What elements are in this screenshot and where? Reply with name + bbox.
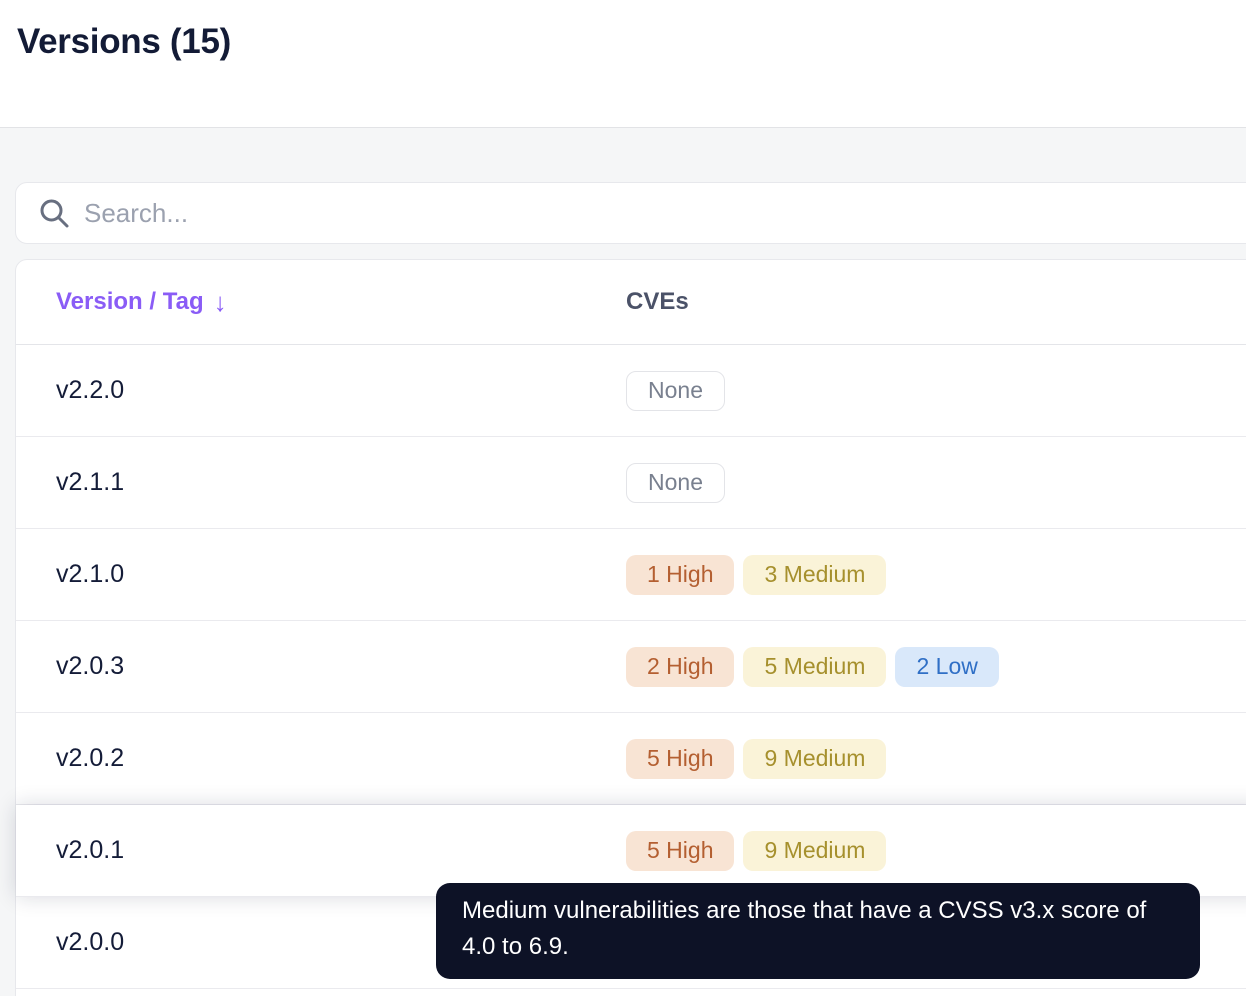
version-cell: v2.0.2 xyxy=(56,744,125,772)
table-row[interactable]: v2.2.0 None xyxy=(16,345,1246,437)
version-cell: v2.0.3 xyxy=(56,652,125,680)
cves-cell: 5 High 9 Medium xyxy=(626,830,1246,871)
cve-badge-high[interactable]: 1 High xyxy=(626,554,735,595)
cve-badge-medium[interactable]: 9 Medium xyxy=(743,738,887,779)
page: Versions (15) Version / Tag ↓ CVEs v2.2.… xyxy=(0,0,1246,996)
sort-descending-arrow-icon: ↓ xyxy=(213,287,227,317)
content-area: Version / Tag ↓ CVEs v2.2.0 None v2.1.1 … xyxy=(0,128,1246,996)
table-row[interactable]: v2.1.0 1 High 3 Medium xyxy=(16,529,1246,621)
version-cell: v2.2.0 xyxy=(56,376,125,404)
cve-badge-medium[interactable]: 5 Medium xyxy=(743,646,887,687)
table-row[interactable]: v2.0.3 2 High 5 Medium 2 Low xyxy=(16,621,1246,713)
cves-cell: 5 High 9 Medium xyxy=(626,738,1246,779)
column-header-cves: CVEs xyxy=(626,288,689,315)
cve-badge-none[interactable]: None xyxy=(626,462,725,503)
cves-cell: 1 High 3 Medium xyxy=(626,554,1246,595)
cve-badge-medium[interactable]: 3 Medium xyxy=(743,554,887,595)
version-cell: v2.1.1 xyxy=(56,468,125,496)
cves-cell: None xyxy=(626,370,1246,411)
medium-cve-tooltip: Medium vulnerabilities are those that ha… xyxy=(436,883,1200,979)
search-box[interactable] xyxy=(15,182,1246,244)
cves-cell: 2 High 5 Medium 2 Low xyxy=(626,646,1246,687)
tooltip-text: Medium vulnerabilities are those that ha… xyxy=(462,897,1147,960)
table-header-row: Version / Tag ↓ CVEs xyxy=(16,260,1246,345)
version-cell: v2.1.0 xyxy=(56,560,125,588)
cve-badge-high[interactable]: 5 High xyxy=(626,830,735,871)
page-title: Versions (15) xyxy=(17,22,231,61)
column-header-version-tag[interactable]: Version / Tag ↓ xyxy=(16,288,626,316)
cves-cell: None xyxy=(626,462,1246,503)
table-row[interactable]: v2.0.2 5 High 9 Medium xyxy=(16,713,1246,805)
search-input[interactable] xyxy=(84,197,1246,229)
page-header: Versions (15) xyxy=(0,0,1246,127)
cve-badge-low[interactable]: 2 Low xyxy=(895,646,999,687)
table-row[interactable]: v2.1.1 None xyxy=(16,437,1246,529)
cve-badge-high[interactable]: 5 High xyxy=(626,738,735,779)
version-cell: v2.0.1 xyxy=(56,836,125,864)
cve-badge-none[interactable]: None xyxy=(626,370,725,411)
column-header-version-tag-label: Version / Tag xyxy=(56,288,204,315)
cve-badge-medium[interactable]: 9 Medium xyxy=(743,830,887,871)
cve-badge-high[interactable]: 2 High xyxy=(626,646,735,687)
search-icon xyxy=(40,199,69,228)
